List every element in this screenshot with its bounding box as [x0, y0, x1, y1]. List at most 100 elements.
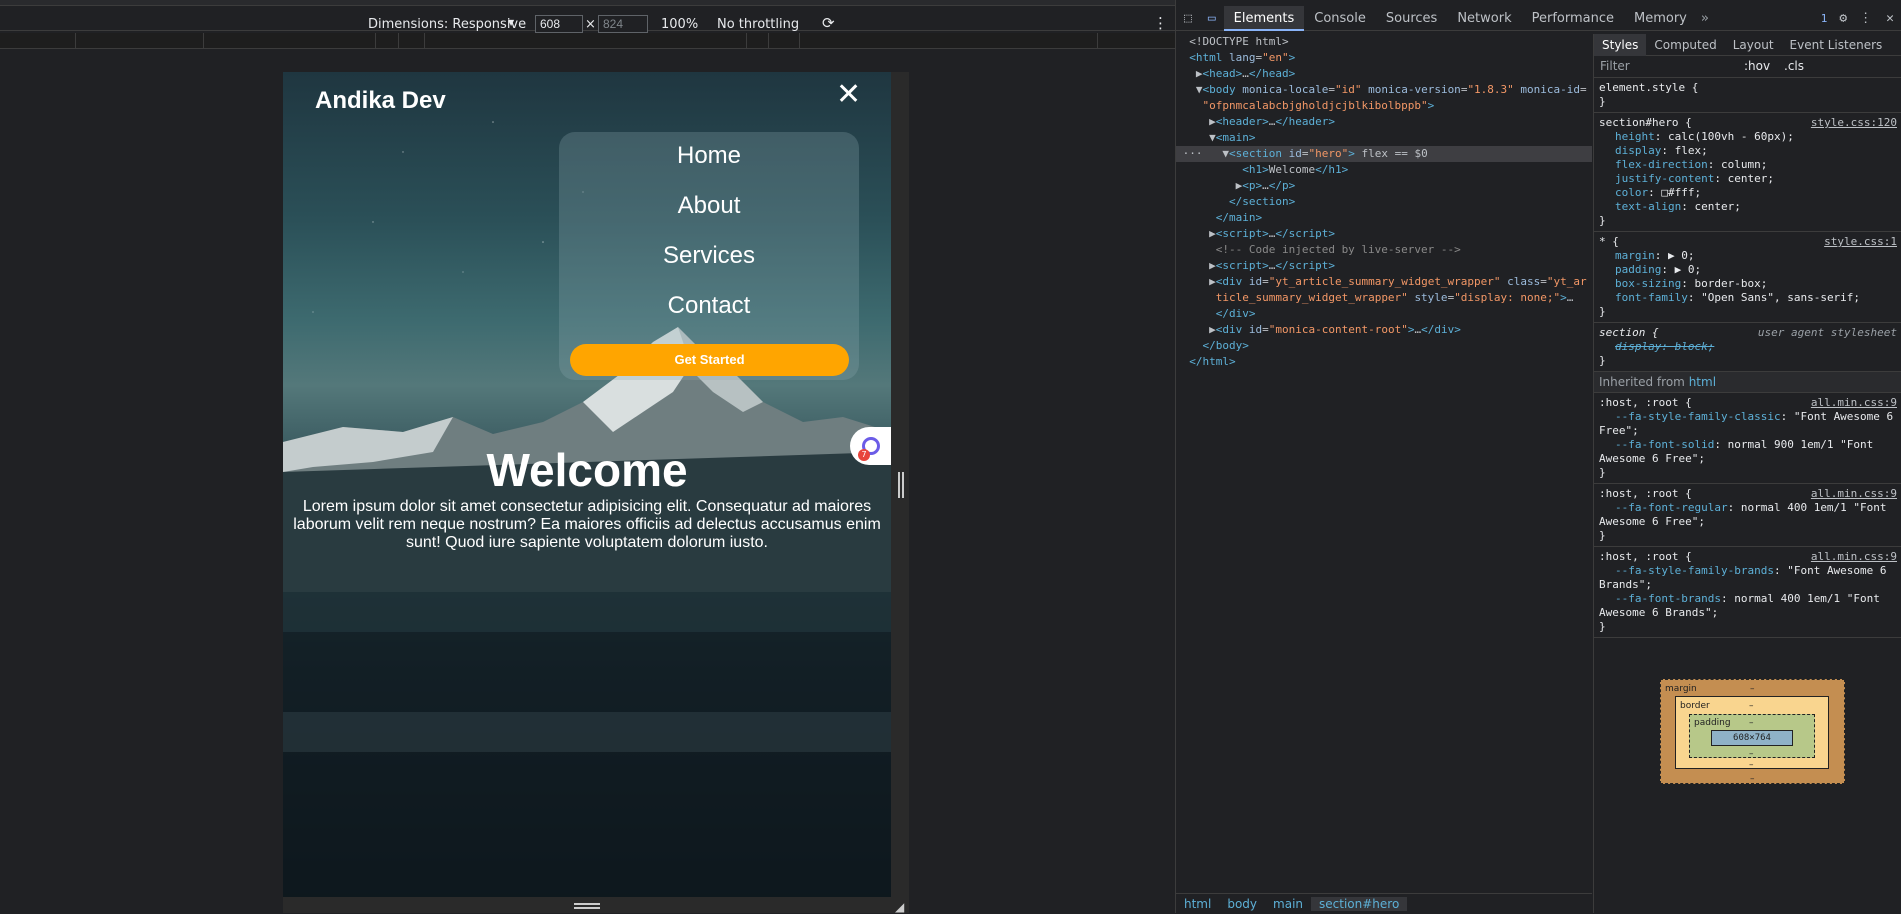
- dom-line: ticle_summary_widget_wrapper" style="dis…: [1215, 291, 1574, 304]
- inherited-label: Inherited from: [1599, 375, 1685, 389]
- dom-line[interactable]: </body>: [1176, 338, 1592, 354]
- box-model-margin-label: margin: [1665, 684, 1697, 694]
- tab-layout[interactable]: Layout: [1725, 38, 1782, 52]
- hero-text: Lorem ipsum dolor sit amet consectetur a…: [293, 498, 881, 551]
- hero-title: Welcome: [486, 444, 688, 496]
- tab-network[interactable]: Network: [1447, 6, 1521, 31]
- dimensions-dropdown[interactable]: Dimensions: Responsive: [368, 17, 526, 32]
- style-rule[interactable]: :host, :root { all.min.css:9 --fa-style-…: [1594, 547, 1901, 638]
- devtools-tabbar: ⬚ ▭ Elements Console Sources Network Per…: [1176, 5, 1901, 31]
- box-model-content[interactable]: 608×764: [1711, 730, 1793, 746]
- dom-line[interactable]: <!-- Code injected by live-server -->: [1176, 242, 1592, 258]
- dom-line: "ofpnmcalabcbjgholdjcjblkibolbppb">: [1202, 99, 1435, 112]
- nav-link-home[interactable]: Home: [559, 142, 859, 170]
- box-model-padding: padding – 608×764 –: [1689, 714, 1815, 759]
- tab-console[interactable]: Console: [1304, 6, 1376, 31]
- style-rule[interactable]: element.style {}: [1594, 78, 1901, 113]
- style-rule[interactable]: section { user agent stylesheet display:…: [1594, 323, 1901, 372]
- dom-line[interactable]: ▶<div id="yt_article_summary_widget_wrap…: [1176, 274, 1592, 290]
- dom-line[interactable]: </div>: [1176, 306, 1592, 322]
- dom-line[interactable]: ▶<div id="monica-content-root">…</div>: [1176, 322, 1592, 338]
- issues-badge[interactable]: 1: [1815, 12, 1834, 25]
- breadcrumb-main[interactable]: main: [1265, 897, 1311, 911]
- style-rule[interactable]: :host, :root { all.min.css:9 --fa-font-r…: [1594, 484, 1901, 547]
- style-rule[interactable]: section#hero { style.css:120 height: cal…: [1594, 113, 1901, 232]
- styles-pane: Styles Computed Layout Event Listeners F…: [1593, 33, 1901, 913]
- inspect-element-icon[interactable]: ⬚: [1176, 11, 1200, 26]
- breadcrumb-body[interactable]: body: [1219, 897, 1265, 911]
- box-model-padding-label: padding: [1694, 718, 1731, 728]
- dom-line[interactable]: <h1>Welcome</h1>: [1176, 162, 1592, 178]
- site-logo[interactable]: Andika Dev: [315, 87, 446, 115]
- width-input[interactable]: [535, 15, 583, 33]
- dom-tree[interactable]: <!DOCTYPE html> <html lang="en"> ▶<head>…: [1176, 34, 1592, 894]
- filter-input[interactable]: Filter: [1600, 59, 1630, 73]
- breadcrumb-html[interactable]: html: [1176, 897, 1219, 911]
- times-sign: ×: [585, 17, 596, 32]
- mobile-menu: Home About Services Contact: [559, 132, 859, 380]
- tab-elements[interactable]: Elements: [1223, 5, 1305, 31]
- box-model-border: border – padding – 608×764 – –: [1675, 696, 1829, 770]
- notification-badge: 7: [858, 449, 870, 461]
- tab-memory[interactable]: Memory: [1624, 6, 1697, 31]
- device-viewport: Andika Dev ✕ Home About Services Contact…: [283, 72, 891, 897]
- tab-sources[interactable]: Sources: [1376, 6, 1447, 31]
- dom-line[interactable]: </main>: [1176, 210, 1592, 226]
- close-icon[interactable]: ✕: [836, 80, 861, 110]
- zoom-dropdown[interactable]: 100%: [661, 17, 698, 32]
- height-input[interactable]: [598, 15, 648, 33]
- get-started-button[interactable]: Get Started: [570, 344, 849, 376]
- box-model-margin-bottom: –: [1750, 774, 1755, 784]
- chevron-down-icon: ▼: [508, 18, 515, 27]
- assistant-widget[interactable]: 7: [850, 427, 891, 465]
- customize-menu-icon[interactable]: ⋮: [1853, 11, 1878, 26]
- rotate-icon[interactable]: ⟳: [822, 14, 835, 32]
- resize-handle-bottom[interactable]: [574, 903, 600, 909]
- tab-computed[interactable]: Computed: [1646, 38, 1724, 52]
- resize-handle-right[interactable]: [898, 472, 904, 498]
- close-devtools-icon[interactable]: ✕: [1878, 11, 1901, 26]
- dom-line[interactable]: <html lang="en">: [1176, 50, 1592, 66]
- tab-performance[interactable]: Performance: [1522, 6, 1624, 31]
- nav-link-about[interactable]: About: [559, 192, 859, 220]
- dom-line[interactable]: ▶<head>…</head>: [1176, 66, 1592, 82]
- cls-toggle[interactable]: .cls: [1784, 59, 1804, 73]
- tab-event-listeners[interactable]: Event Listeners: [1782, 38, 1891, 52]
- tab-styles[interactable]: Styles: [1594, 33, 1647, 56]
- dom-line[interactable]: ▼<main>: [1176, 130, 1592, 146]
- box-model-border-top: –: [1749, 701, 1754, 711]
- throttling-dropdown[interactable]: No throttling: [717, 17, 799, 32]
- box-model-diagram: margin – border – padding – 608×764 – – …: [1660, 679, 1845, 784]
- styles-tabbar: Styles Computed Layout Event Listeners: [1594, 33, 1901, 56]
- dom-line[interactable]: </section>: [1176, 194, 1592, 210]
- more-tabs-icon[interactable]: »: [1697, 11, 1713, 26]
- box-model-border-bottom: –: [1749, 760, 1754, 770]
- box-model-padding-top: –: [1749, 718, 1754, 728]
- dom-line[interactable]: ▶<p>…</p>: [1176, 178, 1592, 194]
- settings-gear-icon[interactable]: ⚙: [1833, 11, 1853, 26]
- style-rule[interactable]: * { style.css:1 margin: ▶ 0; padding: ▶ …: [1594, 232, 1901, 323]
- media-query-ruler[interactable]: [0, 33, 1175, 49]
- styles-filter[interactable]: Filter :hov .cls: [1594, 56, 1901, 78]
- box-model-margin-top: –: [1750, 684, 1755, 694]
- devtools-panel: ⬚ ▭ Elements Console Sources Network Per…: [1175, 0, 1901, 913]
- breadcrumb-section[interactable]: section#hero: [1311, 896, 1408, 911]
- dom-line[interactable]: <!DOCTYPE html>: [1176, 34, 1592, 50]
- device-toolbar-icon[interactable]: ▭: [1200, 11, 1224, 26]
- site-header: Andika Dev ✕: [283, 72, 891, 132]
- dom-line-selected[interactable]: ··· ▼<section id="hero"> flex == $0: [1176, 146, 1592, 162]
- style-rule[interactable]: :host, :root { all.min.css:9 --fa-style-…: [1594, 393, 1901, 484]
- nav-link-services[interactable]: Services: [559, 242, 859, 270]
- dom-line[interactable]: ▶<script>…</script>: [1176, 258, 1592, 274]
- hov-toggle[interactable]: :hov: [1744, 59, 1770, 73]
- breadcrumb: html body main section#hero: [1176, 893, 1592, 913]
- resize-handle-corner[interactable]: ◢: [895, 900, 904, 914]
- inherited-tag[interactable]: html: [1689, 375, 1716, 389]
- dom-line[interactable]: ▶<header>…</header>: [1176, 114, 1592, 130]
- dom-line[interactable]: ▼<body monica-locale="id" monica-version…: [1176, 82, 1592, 98]
- dom-line[interactable]: </html>: [1176, 354, 1592, 370]
- more-options-icon[interactable]: ⋮: [1153, 14, 1168, 32]
- nav-link-contact[interactable]: Contact: [559, 292, 859, 320]
- device-toolbar: Dimensions: Responsive ▼ × 100% No throt…: [0, 6, 1175, 33]
- dom-line[interactable]: ▶<script>…</script>: [1176, 226, 1592, 242]
